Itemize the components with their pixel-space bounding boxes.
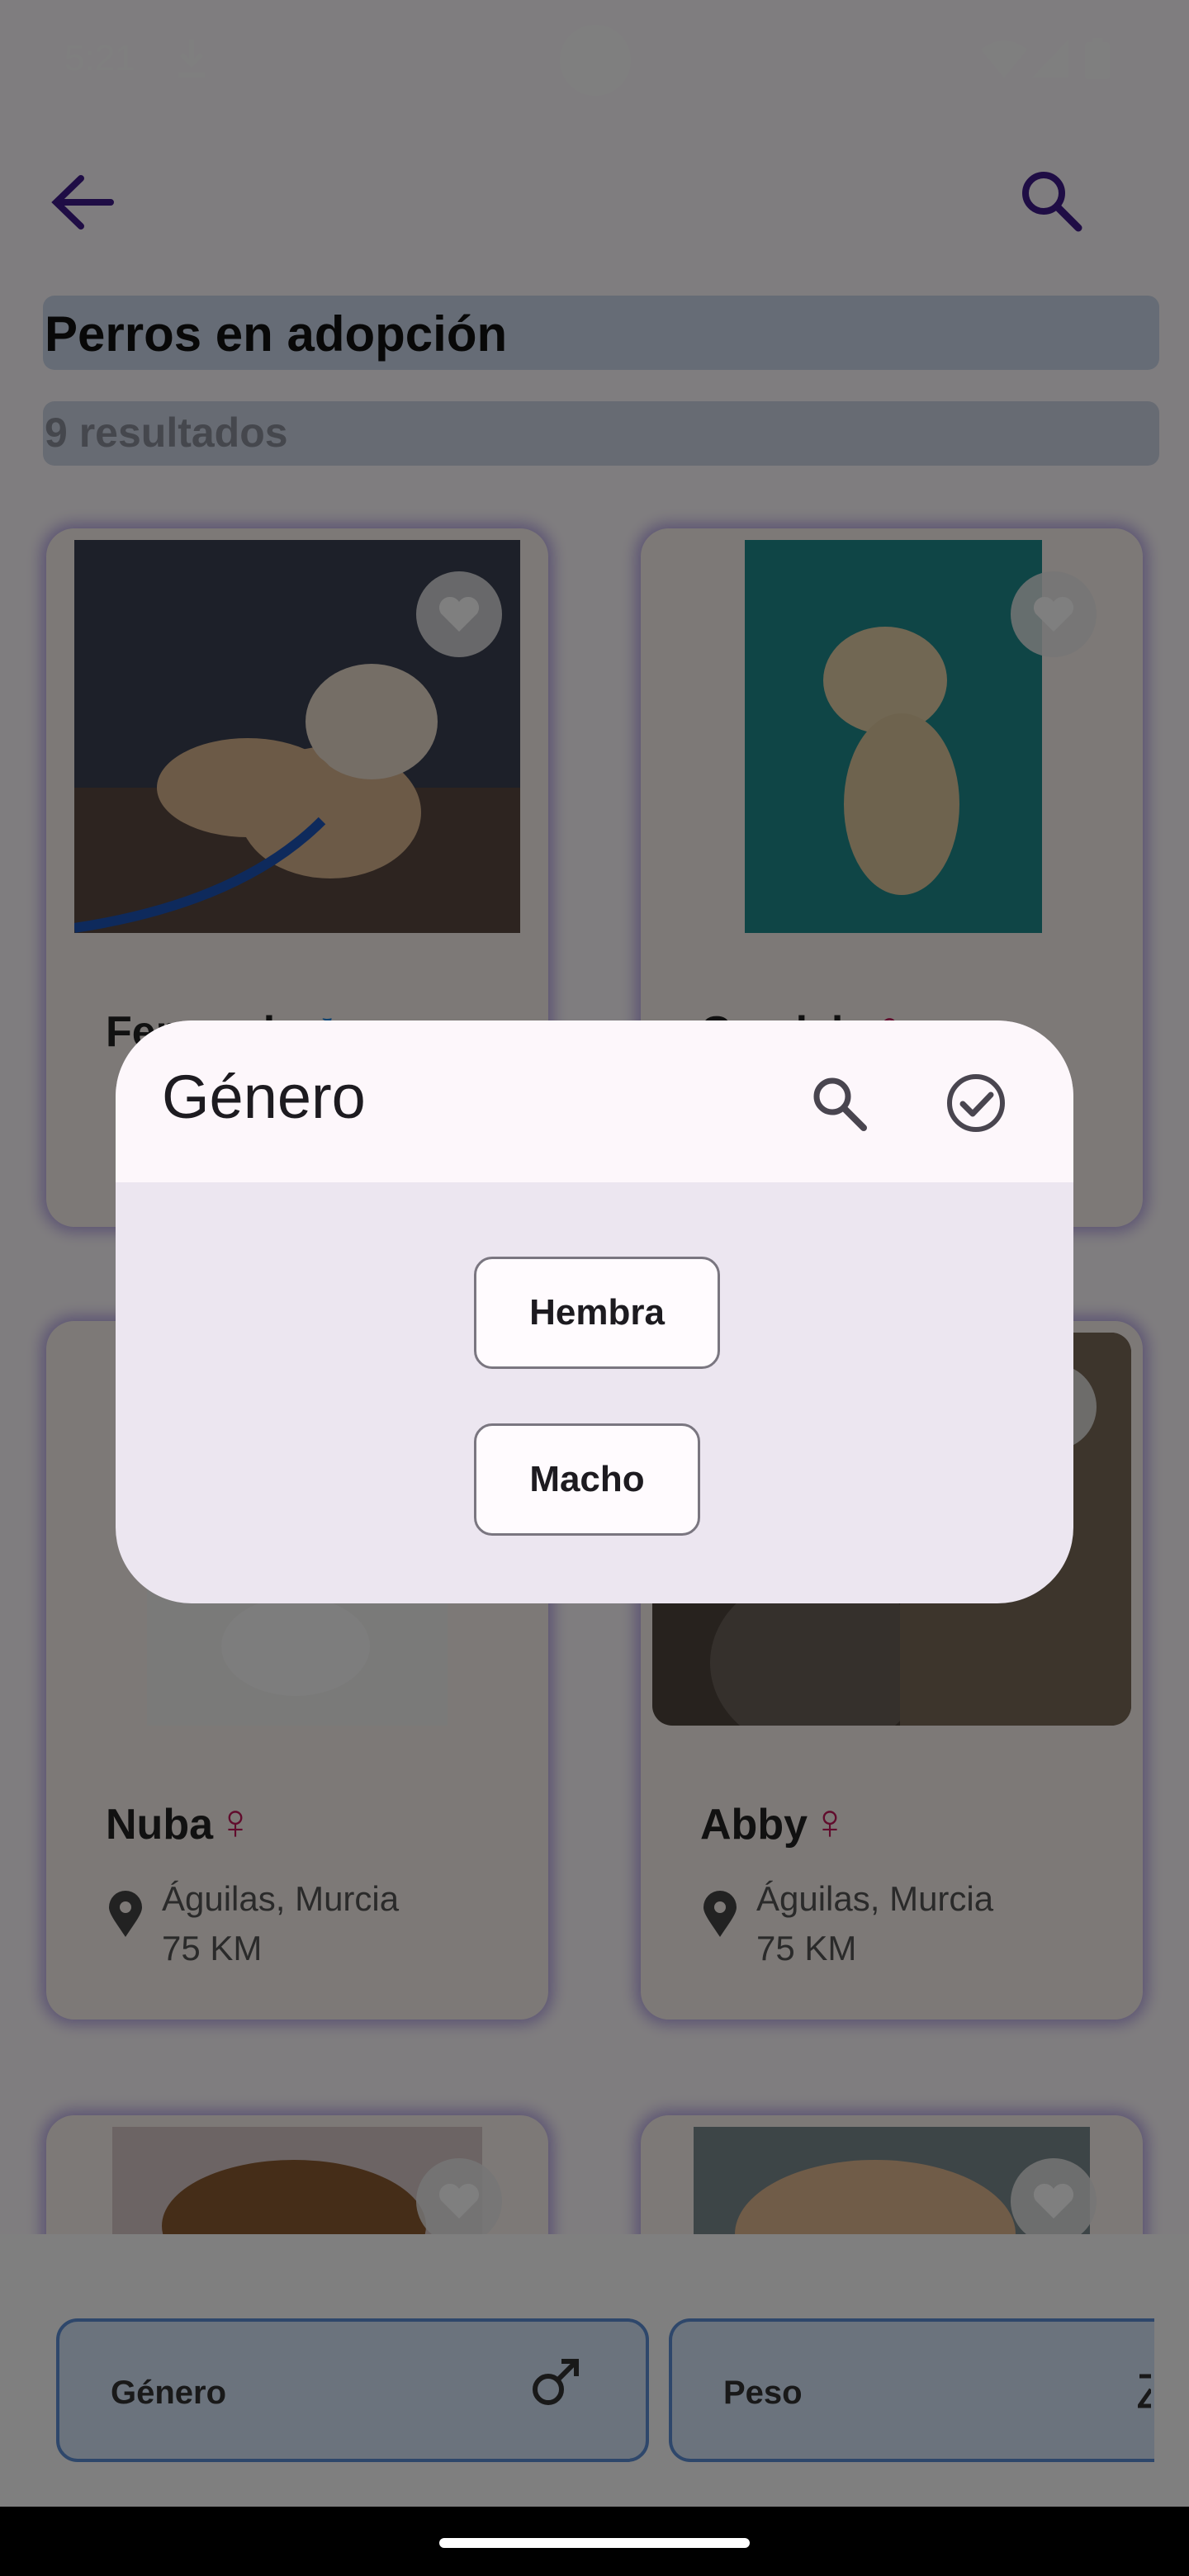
option-hembra[interactable]: Hembra xyxy=(474,1257,720,1369)
dialog-header: Género xyxy=(116,1020,1073,1182)
dialog-title: Género xyxy=(162,1063,366,1131)
search-icon[interactable] xyxy=(809,1073,869,1133)
home-gesture-handle[interactable] xyxy=(439,2538,750,2548)
option-macho[interactable]: Macho xyxy=(474,1423,700,1536)
gender-filter-dialog: Género Hembra Macho xyxy=(116,1020,1073,1603)
confirm-check-icon[interactable] xyxy=(945,1072,1007,1134)
